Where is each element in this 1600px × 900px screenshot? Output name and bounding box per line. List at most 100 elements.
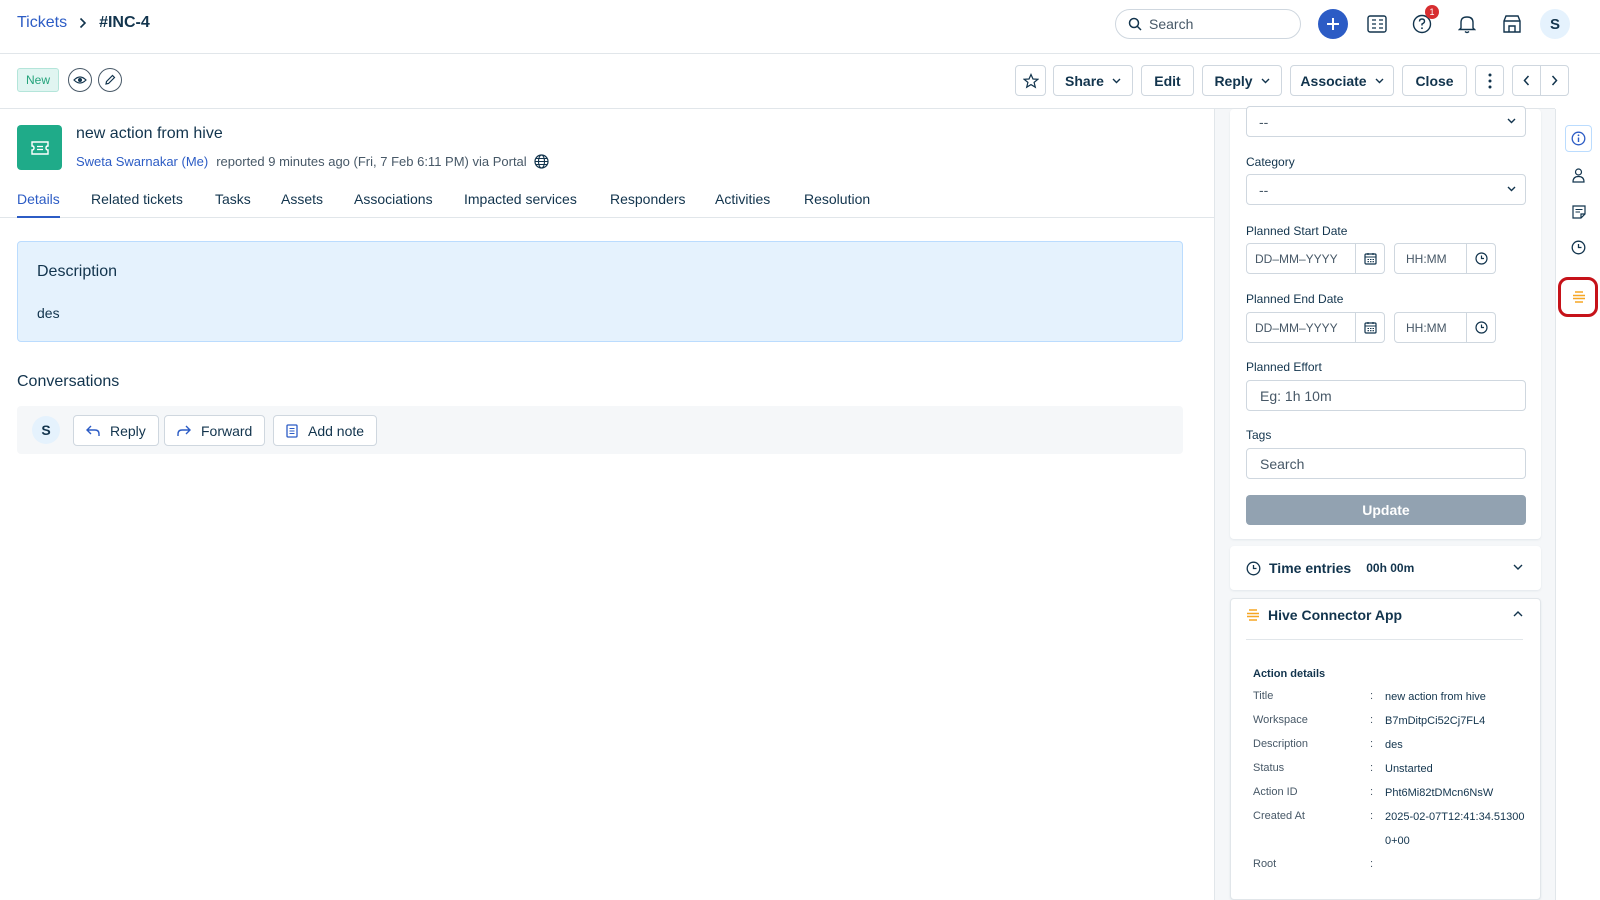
chevron-up-icon[interactable] (1513, 611, 1523, 617)
hive-app-tab-button[interactable] (1565, 283, 1592, 310)
action-key: Created At (1253, 810, 1305, 822)
tab-activities[interactable]: Activities (715, 191, 770, 216)
action-separator: : (1370, 714, 1374, 726)
planned-start-date-placeholder: DD–MM–YYYY (1255, 251, 1338, 266)
timeline-tab-button[interactable] (1565, 234, 1592, 261)
help-button[interactable]: 1 (1407, 5, 1439, 39)
pencil-icon (105, 74, 116, 85)
hive-connector-header[interactable]: Hive Connector App (1246, 607, 1402, 623)
hive-app-icon (1572, 290, 1585, 303)
chevron-down-icon (1112, 78, 1121, 84)
clock-icon (1246, 561, 1261, 576)
clock-icon[interactable] (1466, 244, 1495, 273)
edit-button[interactable]: Edit (1141, 65, 1194, 96)
description-heading: Description (37, 263, 118, 280)
edit-title-button[interactable] (98, 68, 122, 92)
more-options-button[interactable] (1475, 65, 1504, 96)
hive-divider (1246, 639, 1523, 640)
planned-start-time-placeholder: HH:MM (1406, 251, 1447, 266)
notes-tab-button[interactable] (1565, 198, 1592, 225)
chevron-right-icon (1551, 75, 1558, 86)
forward-label: Forward (201, 422, 253, 439)
requester-tab-button[interactable] (1565, 162, 1592, 189)
clock-icon[interactable] (1466, 313, 1495, 342)
add-note-label: Add note (308, 422, 365, 439)
catalog-button[interactable] (1362, 9, 1392, 39)
planned-end-time-field[interactable]: HH:MM (1394, 312, 1496, 343)
notifications-button[interactable] (1452, 9, 1482, 39)
description-card: Description des (17, 241, 1183, 342)
associate-button[interactable]: Associate (1290, 65, 1394, 96)
previous-ticket-button[interactable] (1512, 65, 1541, 96)
info-tab-button[interactable] (1565, 125, 1592, 152)
time-entries-header[interactable]: Time entries 00h 00m (1246, 560, 1414, 576)
planned-end-date-placeholder: DD–MM–YYYY (1255, 320, 1338, 335)
favorite-button[interactable] (1015, 65, 1046, 96)
status-badge: New (17, 68, 60, 92)
tab-resolution[interactable]: Resolution (804, 191, 870, 216)
new-item-button[interactable] (1318, 9, 1348, 39)
forward-button[interactable]: Forward (164, 415, 266, 446)
planned-effort-placeholder: Eg: 1h 10m (1260, 387, 1332, 404)
action-value: 2025-02-07T12:41:34.513000+00 (1385, 811, 1525, 847)
hive-connector-title: Hive Connector App (1268, 607, 1403, 623)
action-key: Title (1253, 690, 1274, 702)
reply-label: Reply (1214, 72, 1253, 89)
tab-responders[interactable]: Responders (610, 191, 686, 216)
search-icon (1128, 17, 1142, 31)
update-button[interactable]: Update (1246, 495, 1526, 525)
time-entries-label: Time entries (1269, 560, 1352, 576)
planned-end-time-placeholder: HH:MM (1406, 320, 1447, 335)
requester-link[interactable]: Sweta Swarnakar (Me) (76, 154, 208, 169)
calendar-icon[interactable] (1355, 313, 1384, 342)
add-note-button[interactable]: Add note (273, 415, 378, 446)
kebab-icon (1488, 73, 1491, 88)
top-bar: Tickets #INC-4 Search 1 S (0, 0, 1600, 54)
global-search-input[interactable]: Search (1115, 9, 1301, 39)
top-field-select[interactable]: -- (1246, 106, 1526, 137)
conversation-reply-button[interactable]: Reply (73, 415, 159, 446)
search-placeholder: Search (1149, 16, 1194, 32)
tab-associations[interactable]: Associations (354, 191, 433, 216)
breadcrumb-tickets-link[interactable]: Tickets (17, 14, 67, 32)
apps-button[interactable] (1497, 9, 1527, 39)
action-separator: : (1370, 810, 1374, 822)
reply-icon (86, 425, 100, 437)
chevron-down-icon[interactable] (1513, 564, 1523, 570)
tab-assets[interactable]: Assets (281, 191, 323, 216)
clock-icon (1571, 240, 1586, 255)
close-ticket-button[interactable]: Close (1402, 65, 1467, 96)
conversations-heading: Conversations (17, 373, 120, 390)
conversation-reply-label: Reply (110, 422, 146, 439)
planned-start-date-field[interactable]: DD–MM–YYYY (1246, 243, 1385, 274)
tab-tasks[interactable]: Tasks (215, 191, 251, 216)
next-ticket-button[interactable] (1540, 65, 1569, 96)
info-icon (1571, 131, 1586, 146)
watch-button[interactable] (68, 68, 92, 92)
reply-dropdown-button[interactable]: Reply (1202, 65, 1282, 96)
bell-icon (1458, 16, 1476, 34)
tags-input[interactable]: Search (1246, 448, 1526, 479)
planned-effort-input[interactable]: Eg: 1h 10m (1246, 380, 1526, 411)
tab-related-tickets[interactable]: Related tickets (91, 191, 183, 216)
tags-label: Tags (1246, 428, 1272, 442)
user-icon (1572, 168, 1585, 183)
planned-end-date-field[interactable]: DD–MM–YYYY (1246, 312, 1385, 343)
user-avatar[interactable]: S (1540, 9, 1570, 39)
ticket-meta-text: reported 9 minutes ago (Fri, 7 Feb 6:11 … (216, 154, 527, 169)
tab-impacted-services[interactable]: Impacted services (464, 191, 577, 216)
chevron-down-icon (1507, 118, 1516, 124)
action-details-heading: Action details (1253, 668, 1326, 680)
share-label: Share (1065, 72, 1104, 89)
ticket-icon (30, 140, 49, 155)
share-button[interactable]: Share (1053, 65, 1133, 96)
tab-details[interactable]: Details (17, 191, 60, 218)
conversation-actions: S Reply Forward Add note (17, 406, 1183, 454)
category-select[interactable]: -- (1246, 174, 1526, 205)
calendar-icon[interactable] (1355, 244, 1384, 273)
side-icon-rail (1555, 109, 1600, 900)
forward-icon (177, 425, 191, 437)
planned-start-time-field[interactable]: HH:MM (1394, 243, 1496, 274)
action-separator: : (1370, 762, 1374, 774)
action-key: Action ID (1253, 786, 1298, 798)
